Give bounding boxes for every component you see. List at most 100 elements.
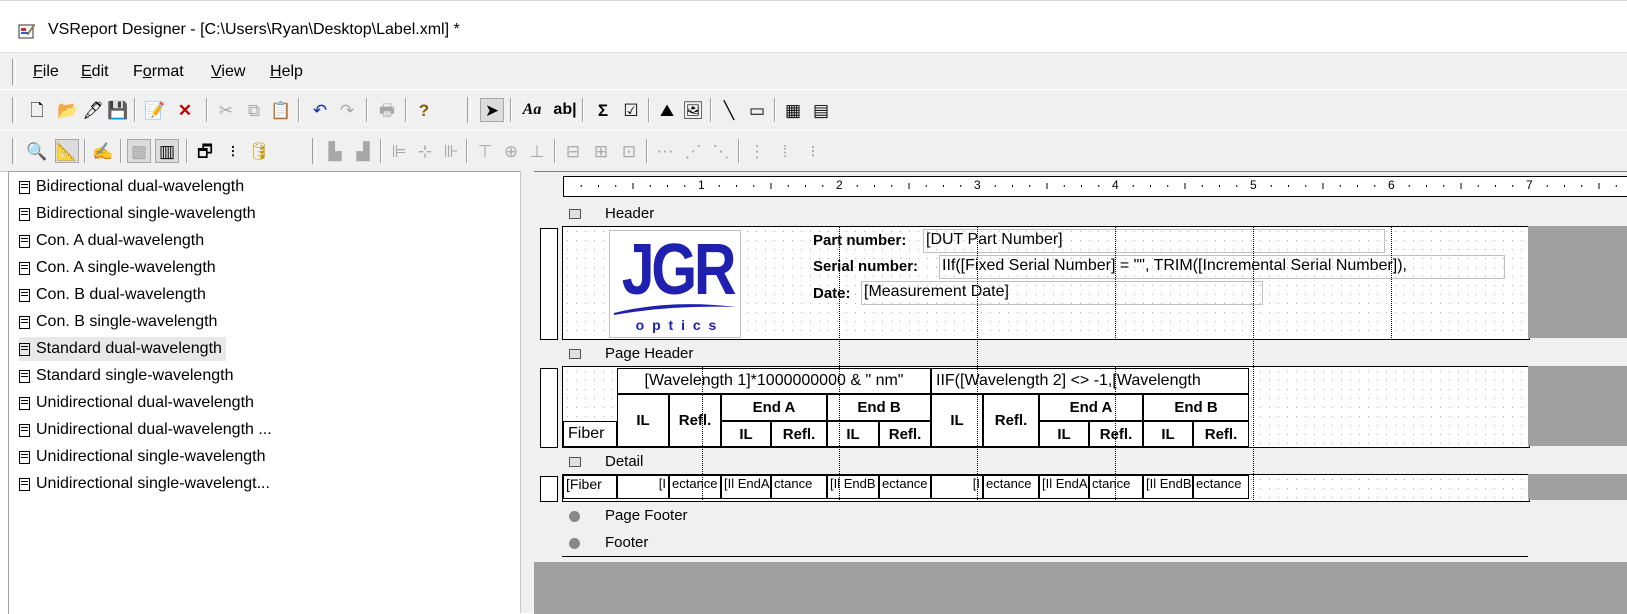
paste-icon[interactable]: 📋 <box>270 99 292 121</box>
field-tool-icon[interactable]: ab| <box>552 99 578 121</box>
refl-header-1[interactable]: Refl. <box>669 394 721 447</box>
send-back-icon[interactable]: ▟ <box>352 140 374 162</box>
detail-il-2[interactable]: [I <box>931 475 983 499</box>
date-field[interactable]: [Measurement Date] <box>861 281 1263 305</box>
preview-icon[interactable]: 🔍 <box>26 140 48 162</box>
toolbar-grip-2[interactable] <box>467 97 471 123</box>
snap-grid-icon[interactable]: ▥ <box>155 139 179 163</box>
end-a-header-2[interactable]: End A <box>1039 394 1143 421</box>
end-a-header-1[interactable]: End A <box>721 394 827 421</box>
menu-file[interactable]: File <box>33 63 59 81</box>
detail-il-1[interactable]: [I <box>617 475 669 499</box>
cut-icon[interactable]: ✂ <box>215 99 237 121</box>
align-top-icon[interactable]: ⊤ <box>474 140 496 162</box>
list-item[interactable]: Con. A dual-wavelength <box>19 229 208 253</box>
list-item[interactable]: Con. A single-wavelength <box>19 256 220 280</box>
database-icon[interactable]: 🛢 <box>248 140 270 162</box>
list-item[interactable]: Unidirectional single-wavelength <box>19 445 269 469</box>
menu-edit[interactable]: Edit <box>81 63 109 81</box>
detail-refl-2[interactable]: ectance <box>983 475 1039 499</box>
align-right-icon[interactable]: ⊪ <box>440 140 462 162</box>
band-page-footer[interactable]: Page Footer <box>562 503 1627 528</box>
toolbar-grip[interactable] <box>12 97 16 123</box>
rectangle-tool-icon[interactable]: ▭ <box>746 99 768 121</box>
page-break-icon[interactable]: ▤ <box>810 99 832 121</box>
new-file-icon[interactable]: 🗋 <box>26 99 48 121</box>
wavelength-1-header[interactable]: [Wavelength 1]*1000000000 & " nm" <box>617 368 931 394</box>
same-size-icon[interactable]: ⊡ <box>618 140 640 162</box>
band-collapse-icon[interactable] <box>569 457 581 467</box>
band-collapse-icon[interactable] <box>569 349 581 359</box>
sorting-icon[interactable]: ⁝ <box>222 140 244 162</box>
end-b-header-2[interactable]: End B <box>1143 394 1249 421</box>
copy-icon[interactable]: ⧉ <box>243 99 265 121</box>
align-left-icon[interactable]: ⊫ <box>388 140 410 162</box>
band-expand-icon[interactable] <box>569 538 580 549</box>
detail-end-b-il-1[interactable]: [Il EndB <box>827 475 879 499</box>
toolbar-grip-3[interactable] <box>12 138 16 164</box>
end-a-refl-2[interactable]: Refl. <box>1089 421 1143 447</box>
logo-image[interactable]: JGR o p t i c s <box>609 230 741 338</box>
section-detail[interactable]: [Fiber [I ectance [Il EndA ctance [Il En… <box>562 474 1530 502</box>
menu-help[interactable]: Help <box>270 63 303 81</box>
save-icon[interactable]: 💾 <box>107 99 129 121</box>
section-handle-detail[interactable] <box>540 476 558 502</box>
fiber-header[interactable]: Fiber <box>563 421 617 447</box>
print-icon[interactable]: 🖶 <box>376 99 398 121</box>
list-item[interactable]: Standard single-wavelength <box>19 364 237 388</box>
date-label[interactable]: Date: <box>813 285 851 302</box>
help-icon[interactable]: ? <box>413 99 435 121</box>
detail-end-a-refl-1[interactable]: ctance <box>771 475 827 499</box>
same-height-icon[interactable]: ⊞ <box>590 140 612 162</box>
section-handle-page-header[interactable] <box>540 368 558 448</box>
sum-icon[interactable]: Σ <box>592 99 614 121</box>
menu-view[interactable]: View <box>211 63 245 81</box>
grid-icon[interactable]: ▩ <box>127 139 151 163</box>
style-icon[interactable]: ✍ <box>92 140 114 162</box>
detail-end-b-il-2[interactable]: [Il EndB <box>1143 475 1193 499</box>
section-page-header[interactable]: [Wavelength 1]*1000000000 & " nm" IIF([W… <box>562 366 1530 448</box>
undo-icon[interactable]: ↶ <box>309 99 331 121</box>
hspace-decrease-icon[interactable]: ⋱ <box>710 140 732 162</box>
list-item[interactable]: Con. B single-wavelength <box>19 310 221 334</box>
properties-icon[interactable]: 🗗 <box>194 140 216 162</box>
list-item[interactable]: Bidirectional dual-wavelength <box>19 175 248 199</box>
wavelength-2-header[interactable]: IIF([Wavelength 2] <> -1,[Wavelength <box>931 368 1249 394</box>
end-b-header-1[interactable]: End B <box>827 394 931 421</box>
end-a-il-1[interactable]: IL <box>721 421 771 447</box>
menubar-grip[interactable] <box>12 59 16 85</box>
band-expand-icon[interactable] <box>569 511 580 522</box>
detail-refl-1[interactable]: ectance <box>669 475 721 499</box>
vspace-decrease-icon[interactable]: ⁝ <box>802 140 824 162</box>
list-item[interactable]: Unidirectional dual-wavelength <box>19 391 258 415</box>
align-middle-icon[interactable]: ⊕ <box>500 140 522 162</box>
list-item[interactable]: Bidirectional single-wavelength <box>19 202 260 226</box>
detail-end-a-il-2[interactable]: [Il EndA <box>1039 475 1089 499</box>
detail-end-a-il-1[interactable]: [Il EndA <box>721 475 771 499</box>
arrow-pointer-icon[interactable]: ➤ <box>480 98 504 122</box>
hspace-equal-icon[interactable]: ⋯ <box>654 140 676 162</box>
end-b-refl-2[interactable]: Refl. <box>1193 421 1249 447</box>
detail-end-a-refl-2[interactable]: ctance <box>1089 475 1143 499</box>
serial-number-label[interactable]: Serial number: <box>813 258 918 275</box>
end-a-refl-1[interactable]: Refl. <box>771 421 827 447</box>
band-footer[interactable]: Footer <box>562 530 1627 555</box>
il-header-1[interactable]: IL <box>617 394 669 447</box>
section-header[interactable]: JGR o p t i c s Part number: [DUT Part N… <box>562 226 1530 340</box>
open-data-icon[interactable]: 🖋 <box>82 99 104 121</box>
subreport-tool-icon[interactable]: ▦ <box>782 99 804 121</box>
part-number-field[interactable]: [DUT Part Number] <box>923 229 1385 253</box>
il-header-2[interactable]: IL <box>931 394 983 447</box>
toolbar-grip-4[interactable] <box>312 138 316 164</box>
checkbox-tool-icon[interactable]: ☑ <box>620 99 642 121</box>
serial-number-field[interactable]: IIf([Fixed Serial Number] = "", TRIM([In… <box>939 255 1505 279</box>
hspace-increase-icon[interactable]: ⋰ <box>682 140 704 162</box>
section-handle-header[interactable] <box>540 228 558 340</box>
part-number-label[interactable]: Part number: <box>813 232 906 249</box>
align-center-icon[interactable]: ⊹ <box>414 140 436 162</box>
detail-fiber[interactable]: [Fiber <box>563 475 617 499</box>
open-folder-icon[interactable]: 📂 <box>57 99 79 121</box>
end-a-il-2[interactable]: IL <box>1039 421 1089 447</box>
end-b-il-2[interactable]: IL <box>1143 421 1193 447</box>
list-item-selected[interactable]: Standard dual-wavelength <box>19 337 226 361</box>
